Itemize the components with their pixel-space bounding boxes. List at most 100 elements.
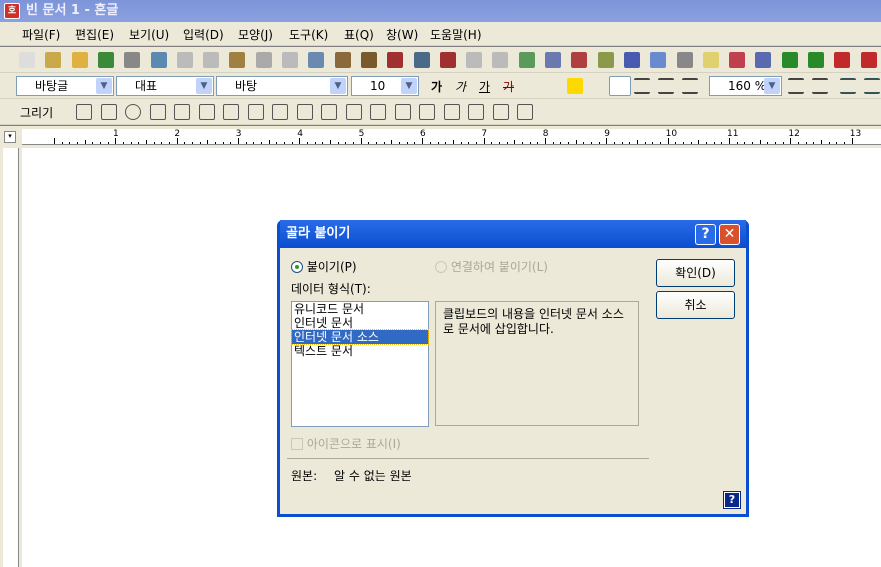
cut-icon[interactable] — [255, 52, 272, 68]
list-item-selected[interactable]: 인터넷 문서 소스 — [291, 329, 429, 345]
ruler-toggle-button[interactable]: ▾ — [4, 131, 16, 143]
list-item[interactable]: 텍스트 문서 — [292, 344, 428, 358]
font-size-select[interactable]: 10 ▼ — [351, 76, 419, 96]
ruler-scale[interactable]: 1 2 3 4 5 6 7 8 9 10 11 12 13 — [22, 129, 881, 145]
unlink-icon[interactable] — [492, 52, 509, 68]
open-folder-icon[interactable] — [71, 52, 88, 68]
rectangle-icon[interactable] — [100, 104, 117, 120]
pen-icon[interactable] — [223, 104, 239, 120]
copy-icon[interactable] — [282, 52, 298, 68]
menu-tools[interactable]: 도구(K) — [289, 26, 328, 43]
bullet-list-icon[interactable] — [864, 78, 880, 94]
chevron-down-icon[interactable]: ▼ — [401, 78, 417, 94]
align-center-icon[interactable] — [658, 78, 674, 94]
strike-button[interactable]: 가 — [503, 78, 514, 95]
draw-icon[interactable] — [597, 52, 614, 68]
display-as-icon-checkbox[interactable]: 아이콘으로 표시(I) — [291, 435, 401, 452]
bold-button[interactable]: 가 — [431, 78, 442, 95]
align-right-icon[interactable] — [682, 78, 698, 94]
language-select[interactable]: 대표 ▼ — [116, 76, 214, 96]
radio-link[interactable]: 연결하여 붙이기(L) — [435, 258, 548, 275]
memo-icon[interactable] — [702, 52, 719, 68]
macro1-play-icon[interactable] — [781, 52, 798, 68]
indent-increase-icon[interactable] — [812, 78, 828, 94]
undo-icon[interactable] — [176, 52, 193, 68]
numbered-list-icon[interactable] — [840, 78, 856, 94]
menu-format[interactable]: 모양(J) — [238, 26, 273, 43]
help-button[interactable]: ? — [695, 224, 716, 245]
menu-help[interactable]: 도움말(H) — [430, 26, 482, 43]
macro1-record-icon[interactable] — [834, 52, 851, 68]
stamp-icon[interactable] — [334, 52, 351, 68]
line-color-icon[interactable] — [370, 104, 386, 120]
select-icon[interactable] — [296, 104, 313, 120]
arrow-style-icon[interactable] — [517, 104, 533, 120]
find-icon[interactable] — [229, 52, 246, 68]
macro2-play-icon[interactable] — [808, 52, 824, 68]
fill-color-icon[interactable] — [394, 104, 411, 120]
seal-icon[interactable] — [676, 52, 693, 68]
send-back-icon[interactable] — [443, 104, 460, 120]
open-template-icon[interactable] — [45, 52, 62, 68]
radio-paste[interactable]: 붙이기(P) — [291, 258, 357, 275]
paste-icon[interactable] — [308, 52, 325, 68]
ungroup-icon[interactable] — [345, 104, 362, 120]
line-icon[interactable] — [76, 104, 92, 120]
underline-button[interactable]: 가 — [479, 78, 490, 95]
ellipse-icon[interactable] — [125, 104, 141, 120]
redo-icon[interactable] — [203, 52, 220, 68]
cancel-button[interactable]: 취소 — [656, 291, 735, 319]
align-justify-icon[interactable] — [609, 76, 631, 96]
print-icon[interactable] — [124, 52, 141, 68]
chevron-down-icon[interactable]: ▼ — [764, 78, 780, 94]
new-doc-icon[interactable] — [19, 52, 35, 68]
align-left-icon[interactable] — [634, 78, 650, 94]
list-item[interactable]: 인터넷 문서 — [292, 316, 428, 330]
bring-front-icon[interactable] — [419, 104, 435, 120]
polygon-icon[interactable] — [174, 104, 190, 120]
image-icon[interactable] — [272, 104, 288, 120]
line-style-icon[interactable] — [468, 104, 484, 120]
context-help-icon[interactable]: ? — [723, 491, 741, 509]
menu-view[interactable]: 보기(U) — [129, 26, 169, 43]
macro2-record-icon[interactable] — [860, 52, 877, 68]
chevron-down-icon[interactable]: ▼ — [196, 78, 212, 94]
save-icon[interactable] — [97, 52, 114, 68]
formula-icon[interactable] — [623, 52, 640, 68]
spell-icon[interactable] — [360, 52, 377, 68]
italic-button[interactable]: 가 — [455, 78, 466, 95]
curve-icon[interactable] — [198, 104, 215, 120]
chevron-down-icon[interactable]: ▼ — [330, 78, 346, 94]
book-icon[interactable] — [729, 52, 746, 68]
line-type-icon[interactable] — [492, 104, 509, 120]
picture-icon[interactable] — [518, 52, 535, 68]
draw-menu-button[interactable]: 그리기 — [20, 104, 53, 121]
paragraph-icon[interactable] — [387, 52, 404, 68]
chevron-down-icon[interactable]: ▼ — [96, 78, 112, 94]
menu-edit[interactable]: 편집(E) — [75, 26, 114, 43]
ok-button[interactable]: 확인(D) — [656, 259, 735, 287]
close-button[interactable]: ✕ — [719, 224, 740, 245]
vertical-ruler-scale[interactable] — [3, 148, 19, 567]
char-shape-icon[interactable] — [413, 52, 430, 68]
chart-icon[interactable] — [571, 52, 588, 68]
list-style-icon[interactable] — [439, 52, 456, 68]
indent-decrease-icon[interactable] — [788, 78, 804, 94]
presentation-icon[interactable] — [755, 52, 772, 68]
line-spacing-select[interactable]: 160 % ▼ — [709, 76, 782, 96]
menu-table[interactable]: 표(Q) — [344, 26, 374, 43]
menu-file[interactable]: 파일(F) — [22, 26, 60, 43]
textbox-icon[interactable] — [247, 104, 264, 120]
menu-window[interactable]: 창(W) — [386, 26, 418, 43]
table-icon[interactable] — [545, 52, 561, 68]
font-select[interactable]: 바탕 ▼ — [216, 76, 348, 96]
style-select[interactable]: 바탕글 ▼ — [16, 76, 114, 96]
list-item[interactable]: 유니코드 문서 — [292, 302, 428, 316]
format-list[interactable]: 유니코드 문서 인터넷 문서 인터넷 문서 소스 텍스트 문서 — [291, 301, 429, 427]
arc-icon[interactable] — [149, 104, 166, 120]
preview-icon[interactable] — [150, 52, 167, 68]
link-icon[interactable] — [466, 52, 483, 68]
highlight-icon[interactable] — [567, 78, 583, 94]
group-icon[interactable] — [321, 104, 337, 120]
menu-insert[interactable]: 입력(D) — [183, 26, 224, 43]
